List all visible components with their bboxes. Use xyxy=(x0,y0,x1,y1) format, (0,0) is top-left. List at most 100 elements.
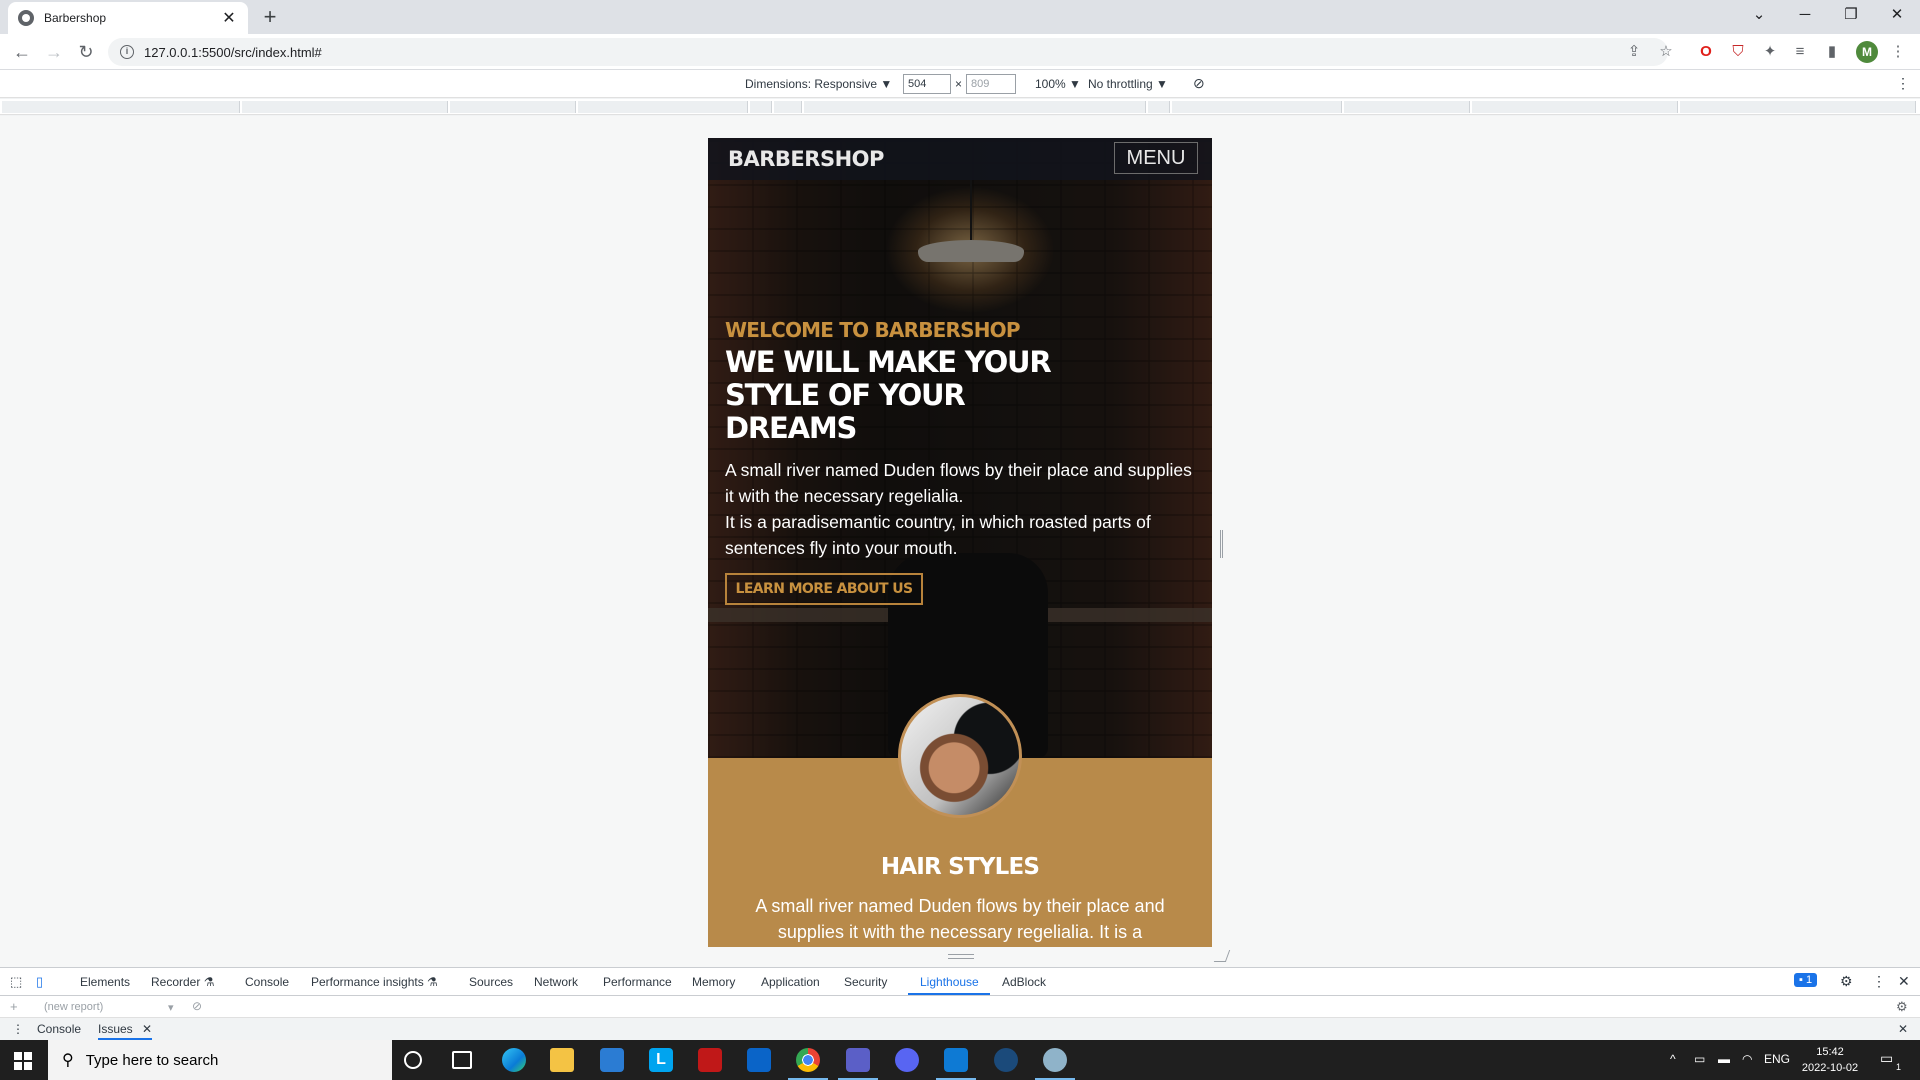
site-logo[interactable]: BARBERSHOP xyxy=(728,147,884,171)
steam-icon[interactable] xyxy=(994,1048,1018,1072)
app-icon[interactable] xyxy=(1035,1048,1075,1080)
issues-badge[interactable]: ▪ 1 xyxy=(1794,973,1818,987)
media-query-bar[interactable] xyxy=(242,101,448,113)
edge-icon[interactable] xyxy=(502,1048,526,1072)
battery-icon[interactable]: ▭ xyxy=(1694,1052,1705,1066)
report-select[interactable]: (new report) ▾ xyxy=(44,1001,176,1014)
language-indicator[interactable]: ENG xyxy=(1764,1052,1790,1066)
resize-width-handle[interactable] xyxy=(1220,530,1223,558)
profile-avatar[interactable]: M xyxy=(1856,41,1878,63)
tab-performance[interactable]: Performance xyxy=(603,975,672,989)
chrome-icon[interactable] xyxy=(788,1048,828,1080)
file-explorer-icon[interactable] xyxy=(550,1048,574,1072)
device-height-input[interactable] xyxy=(966,74,1016,94)
media-query-bar[interactable] xyxy=(750,101,772,113)
reading-list-icon[interactable]: ≡ xyxy=(1790,42,1810,62)
cortana-icon[interactable] xyxy=(404,1051,422,1069)
store-icon[interactable] xyxy=(600,1048,624,1072)
tab-adblock[interactable]: AdBlock xyxy=(1002,975,1046,989)
media-query-bar[interactable] xyxy=(1472,101,1678,113)
tray-chevron-icon[interactable]: ^ xyxy=(1670,1052,1676,1066)
close-icon[interactable]: ✕ xyxy=(142,1022,152,1036)
side-panel-icon[interactable]: ▮ xyxy=(1822,42,1842,62)
more-menu-icon[interactable]: ⋮ xyxy=(1888,42,1908,62)
tab-network[interactable]: Network xyxy=(534,975,578,989)
devtools-more-icon[interactable]: ⋮ xyxy=(1872,973,1886,990)
tab-memory[interactable]: Memory xyxy=(692,975,735,989)
tab-elements[interactable]: Elements xyxy=(80,975,130,989)
teams-icon[interactable] xyxy=(838,1048,878,1080)
media-query-bar[interactable] xyxy=(774,101,802,113)
tab-strip: Barbershop ✕ + ⌄ ─ ❐ ✕ xyxy=(0,0,1920,34)
zoom-dropdown[interactable]: 100% ▼ xyxy=(1035,77,1081,91)
tab-console[interactable]: Console xyxy=(245,975,289,989)
device-width-input[interactable] xyxy=(903,74,951,94)
mcafee-icon[interactable] xyxy=(698,1048,722,1072)
media-query-ruler xyxy=(0,99,1920,115)
media-query-bar[interactable] xyxy=(450,101,576,113)
restore-button[interactable]: ❐ xyxy=(1828,0,1874,30)
inspect-element-icon[interactable]: ⬚ xyxy=(10,974,22,990)
settings-gear-icon[interactable]: ⚙ xyxy=(1840,973,1853,990)
tab-application[interactable]: Application xyxy=(761,975,820,989)
shield-extension-icon[interactable]: ⛉ xyxy=(1728,42,1748,62)
site-info-icon[interactable]: i xyxy=(120,45,134,59)
tab-search-icon[interactable]: ⌄ xyxy=(1736,0,1782,30)
new-tab-button[interactable]: + xyxy=(256,4,284,30)
resize-height-handle[interactable] xyxy=(948,954,974,959)
wifi-icon[interactable]: ◠ xyxy=(1742,1052,1752,1066)
tab-security[interactable]: Security xyxy=(844,975,887,989)
windows-start-icon[interactable] xyxy=(14,1052,32,1070)
devtools-close-icon[interactable]: ✕ xyxy=(1898,973,1910,990)
hero-headline: WE WILL MAKE YOUR STYLE OF YOUR DREAMS xyxy=(725,345,1052,445)
extensions-puzzle-icon[interactable]: ✦ xyxy=(1760,42,1780,62)
drawer-close-icon[interactable]: ✕ xyxy=(1898,1022,1908,1036)
forward-icon[interactable]: → xyxy=(40,38,68,66)
back-icon[interactable]: ← xyxy=(8,38,36,66)
browser-tab[interactable]: Barbershop ✕ xyxy=(8,2,248,34)
media-query-bar[interactable] xyxy=(578,101,748,113)
rotate-icon[interactable]: ⊘ xyxy=(1193,75,1205,92)
learn-more-button[interactable]: LEARN MORE ABOUT US xyxy=(725,573,923,605)
clear-report-icon[interactable]: ⊘ xyxy=(192,999,202,1013)
media-query-bar[interactable] xyxy=(2,101,240,113)
add-report-icon[interactable]: + xyxy=(10,999,18,1014)
media-query-bar[interactable] xyxy=(804,101,1146,113)
device-more-icon[interactable]: ⋮ xyxy=(1896,75,1910,92)
mail-icon[interactable] xyxy=(747,1048,771,1072)
media-query-bar[interactable] xyxy=(1344,101,1470,113)
media-query-bar[interactable] xyxy=(1680,101,1916,113)
discord-icon[interactable] xyxy=(895,1048,919,1072)
taskbar-search[interactable]: ⚲ Type here to search xyxy=(48,1040,392,1080)
notification-icon[interactable]: ▭ xyxy=(1880,1050,1893,1067)
menu-button[interactable]: MENU xyxy=(1114,142,1198,174)
address-bar[interactable]: i 127.0.0.1:5500/src/index.html# xyxy=(108,38,1668,66)
throttling-dropdown[interactable]: No throttling ▼ xyxy=(1088,77,1168,91)
hair-styles-heading: HAIR STYLES xyxy=(880,854,1040,880)
power-icon[interactable]: ▬ xyxy=(1718,1052,1730,1066)
drawer-menu-icon[interactable]: ⋮ xyxy=(12,1022,24,1036)
tab-sources[interactable]: Sources xyxy=(469,975,513,989)
dimensions-dropdown[interactable]: Dimensions: Responsive ▼ xyxy=(745,77,892,91)
media-query-bar[interactable] xyxy=(1148,101,1170,113)
share-icon[interactable]: ⇪ xyxy=(1624,42,1644,62)
app-l-icon[interactable]: L xyxy=(649,1048,673,1072)
task-view-icon[interactable] xyxy=(452,1051,472,1069)
issues-count: 1 xyxy=(1805,974,1813,986)
vscode-icon[interactable] xyxy=(936,1048,976,1080)
bookmark-star-icon[interactable]: ☆ xyxy=(1656,42,1676,62)
taskbar-clock[interactable]: 15:42 2022-10-02 xyxy=(1800,1044,1860,1076)
tab-lighthouse[interactable]: Lighthouse xyxy=(920,975,979,989)
drawer-tab-console[interactable]: Console xyxy=(37,1022,81,1036)
device-toggle-icon[interactable]: ▯ xyxy=(36,974,43,990)
drawer-tab-issues[interactable]: Issues ✕ xyxy=(98,1022,153,1040)
tab-recorder[interactable]: Recorder ⚗ xyxy=(151,975,214,989)
lighthouse-settings-icon[interactable]: ⚙ xyxy=(1896,999,1908,1015)
media-query-bar[interactable] xyxy=(1172,101,1342,113)
tab-performance-insights[interactable]: Performance insights ⚗ xyxy=(311,975,438,989)
reload-icon[interactable]: ↻ xyxy=(72,38,100,66)
minimize-button[interactable]: ─ xyxy=(1782,0,1828,30)
opera-extension-icon[interactable]: O xyxy=(1696,42,1716,62)
window-close-button[interactable]: ✕ xyxy=(1874,0,1920,30)
tab-close-button[interactable]: ✕ xyxy=(220,8,238,28)
